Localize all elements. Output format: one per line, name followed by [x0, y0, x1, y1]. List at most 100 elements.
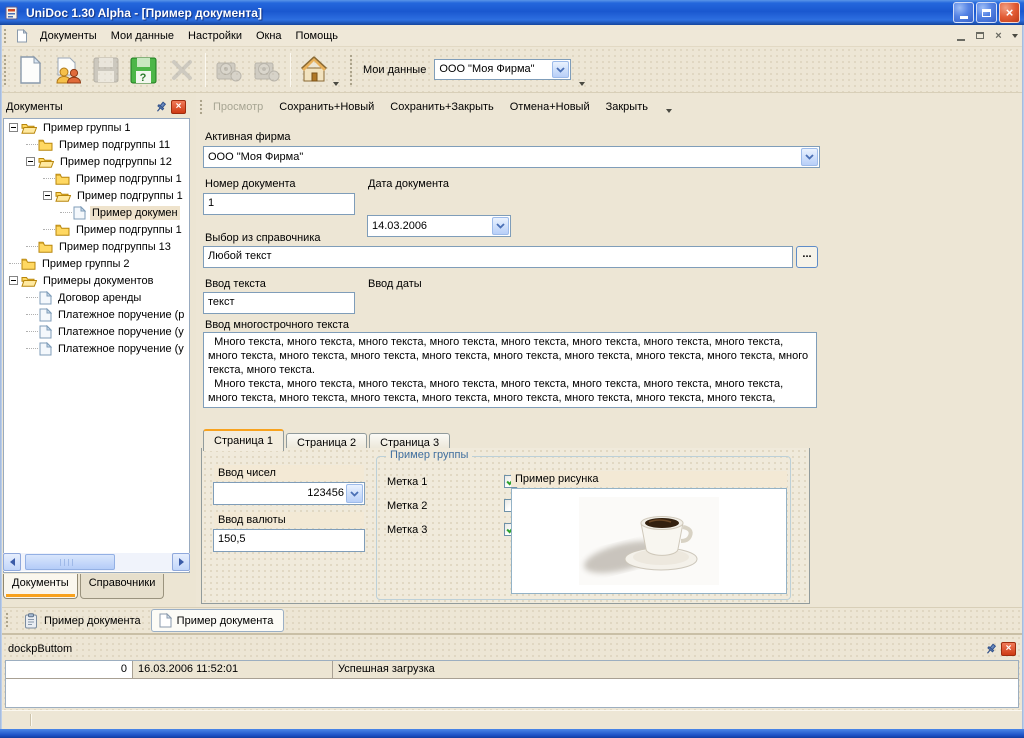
tree-collapse-icon[interactable] [26, 157, 35, 166]
menu-overflow-arrow-icon[interactable] [1012, 34, 1018, 38]
window-title: UniDoc 1.30 Alpha - [Пример документа] [26, 6, 262, 20]
machine-button-2[interactable] [248, 51, 286, 89]
multiline-textarea[interactable]: Много текста, много текста, много текста… [203, 332, 817, 408]
checkbox-row: Метка 2 [387, 499, 517, 512]
toolbar-grip[interactable] [5, 612, 10, 630]
chevron-down-icon [805, 154, 814, 160]
active-firm-dropdown-button[interactable] [801, 148, 818, 166]
reference-label: Выбор из справочника [205, 232, 321, 244]
minimize-button[interactable] [953, 2, 974, 23]
mdi-child-icon[interactable] [15, 29, 29, 43]
form-toolbar-item[interactable]: Сохранить+Новый [279, 101, 374, 113]
active-firm-combobox[interactable]: ООО "Моя Фирма" [203, 146, 820, 168]
form-toolbar: ПросмотрСохранить+НовыйСохранить+Закрыть… [196, 95, 1022, 119]
tree-item[interactable]: Пример подгруппы 11 [4, 136, 189, 153]
tree-item[interactable]: Примеры документов [4, 272, 189, 289]
menu-item[interactable]: Настройки [181, 27, 249, 45]
close-button[interactable]: × [999, 2, 1020, 23]
save-icon [91, 55, 121, 85]
panel-tab-inactive[interactable]: Справочники [80, 574, 165, 599]
tree-item[interactable]: Платежное поручение (р [4, 306, 189, 323]
tree-item-label: Платежное поручение (у [56, 325, 186, 339]
toolbar-grip[interactable] [3, 54, 8, 86]
tree-item[interactable]: Платежное поручение (у [4, 340, 189, 357]
form-toolbar-item[interactable]: Закрыть [606, 101, 648, 113]
band-overflow-arrow-icon[interactable] [579, 82, 585, 86]
reference-browse-button[interactable]: ... [796, 246, 818, 268]
numbers-value: 123456 [218, 487, 344, 499]
menu-item[interactable]: Мои данные [104, 27, 181, 45]
mdi-minimize-button[interactable] [952, 28, 969, 43]
page-tab[interactable]: Страница 1 [203, 429, 284, 451]
pin-icon[interactable] [154, 100, 168, 114]
reference-input[interactable]: Любой текст [203, 246, 793, 268]
tree-item[interactable]: Пример докумен [4, 204, 189, 221]
doc-date-dropdown-button[interactable] [492, 217, 509, 235]
tree-collapse-icon[interactable] [43, 191, 52, 200]
scroll-right-button[interactable] [172, 553, 190, 571]
save-new-button[interactable]: ? [125, 51, 163, 89]
numbers-dropdown-button[interactable] [346, 484, 363, 503]
tree-item[interactable]: Платежное поручение (у [4, 323, 189, 340]
form-toolbar-overflow-arrow-icon[interactable] [666, 109, 672, 113]
mdi-restore-icon [976, 32, 984, 39]
scroll-left-button[interactable] [3, 553, 21, 571]
panel-tab-active[interactable]: Документы [3, 574, 78, 599]
title-bar[interactable]: UniDoc 1.30 Alpha - [Пример документа] × [0, 0, 1024, 25]
tree-collapse-icon[interactable] [9, 276, 18, 285]
tree-item[interactable]: Договор аренды [4, 289, 189, 306]
mdi-restore-button[interactable] [971, 28, 988, 43]
tree-item[interactable]: Пример подгруппы 1 [4, 170, 189, 187]
users-button[interactable] [49, 51, 87, 89]
pin-icon[interactable] [984, 642, 998, 656]
dock-close-button[interactable]: × [171, 100, 186, 114]
active-window-tab[interactable]: Пример документа [151, 609, 285, 632]
tree-item[interactable]: Пример подгруппы 13 [4, 238, 189, 255]
tree-horizontal-scrollbar[interactable] [3, 553, 190, 571]
checkbox-row: Метка 1 [387, 475, 517, 488]
text-input[interactable]: текст [203, 292, 355, 314]
bottom-dock-panel: dockpButtom × 0 16.03.2006 11:52:01 Успе… [2, 633, 1022, 710]
menu-item[interactable]: Помощь [289, 27, 346, 45]
toolbar-grip[interactable] [3, 28, 8, 43]
save-button[interactable] [87, 51, 125, 89]
checkbox-label: Метка 1 [387, 476, 427, 488]
home-button[interactable] [295, 51, 333, 89]
example-group-box: Пример группы Метка 1Метка 2Метка 3 Прим… [376, 456, 791, 600]
active-firm-label: Активная фирма [205, 131, 291, 143]
menu-item[interactable]: Окна [249, 27, 289, 45]
dock-close-button[interactable]: × [1001, 642, 1016, 656]
restore-button[interactable] [976, 2, 997, 23]
doc-date-picker[interactable]: 14.03.2006 [367, 215, 511, 237]
home-dropdown-arrow-icon[interactable] [333, 82, 339, 86]
scrollbar-thumb[interactable] [25, 554, 115, 570]
window-caption-item[interactable]: Пример документа [23, 613, 141, 629]
open-windows-bar: Пример документа Пример документа [2, 607, 1022, 633]
gear-machine-icon [214, 55, 244, 85]
svg-text:?: ? [140, 72, 147, 84]
machine-button-1[interactable] [210, 51, 248, 89]
mdi-close-button[interactable]: × [990, 28, 1007, 43]
tree-collapse-icon[interactable] [9, 123, 18, 132]
form-toolbar-item[interactable]: Сохранить+Закрыть [390, 101, 493, 113]
toolbar-grip[interactable] [199, 99, 204, 116]
form-toolbar-item[interactable]: Отмена+Новый [510, 101, 590, 113]
company-combobox-button[interactable] [552, 61, 569, 78]
tree-item[interactable]: Пример подгруппы 1 [4, 221, 189, 238]
numbers-spin-combobox[interactable]: 123456 [213, 482, 365, 505]
log-row[interactable]: 0 16.03.2006 11:52:01 Успешная загрузка [6, 661, 1018, 679]
company-combobox[interactable]: ООО "Моя Фирма" [434, 59, 571, 80]
dock-panel-header[interactable]: Документы × [2, 96, 190, 117]
bottom-dock-header[interactable]: dockpButtom × [6, 639, 1018, 658]
chevron-down-icon [350, 491, 359, 497]
menu-item[interactable]: Документы [33, 27, 104, 45]
tree-item[interactable]: Пример подгруппы 1 [4, 187, 189, 204]
new-document-button[interactable] [11, 51, 49, 89]
toolbar-grip[interactable] [349, 54, 354, 86]
tree-item[interactable]: Пример группы 2 [4, 255, 189, 272]
tree-item[interactable]: Пример группы 1 [4, 119, 189, 136]
currency-input[interactable]: 150,5 [213, 529, 365, 552]
delete-button[interactable] [163, 51, 201, 89]
tree-item[interactable]: Пример подгруппы 12 [4, 153, 189, 170]
doc-number-input[interactable]: 1 [203, 193, 355, 215]
